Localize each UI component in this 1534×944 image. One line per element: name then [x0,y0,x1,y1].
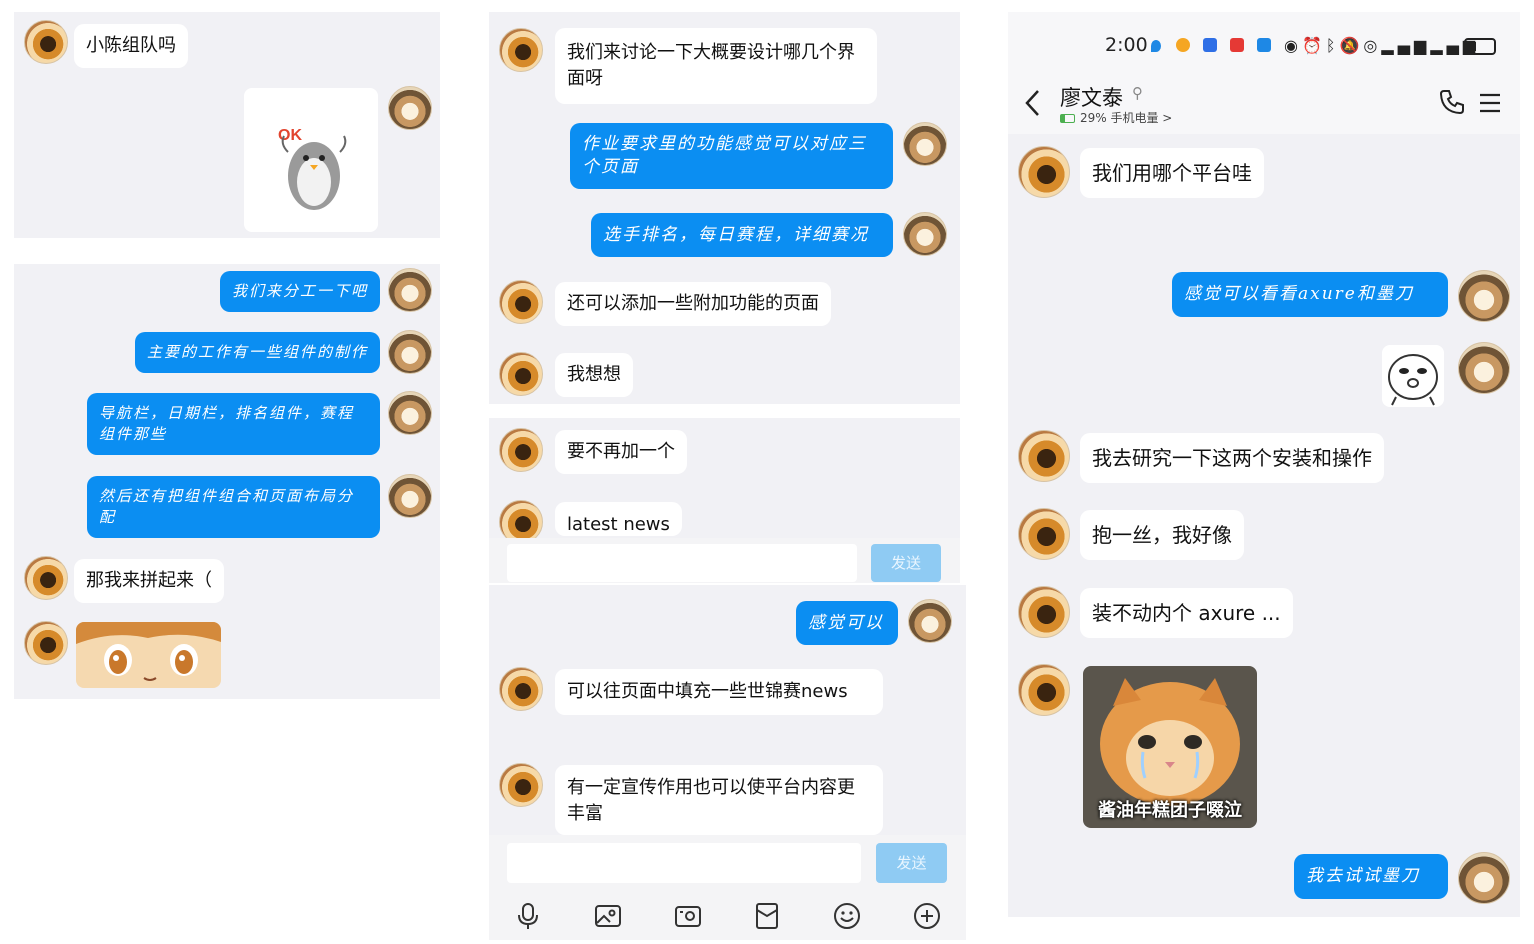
my-avatar[interactable] [388,474,432,518]
anime-face-icon [76,622,221,681]
menu-icon[interactable] [1478,92,1502,114]
chat-panel-2: 我们来讨论一下大概要设计哪几个界面呀 作业要求里的功能感觉可以对应三个页面 选手… [489,12,960,404]
contact-avatar[interactable] [499,763,543,807]
contact-avatar[interactable] [499,352,543,396]
ok-penguin-sticker: OK [244,88,378,232]
message-bubble-out: 然后还有把组件组合和页面布局分配 [87,476,380,538]
microphone-icon[interactable] [513,901,543,931]
chat-panel-4: 2:00 ◉⏰ᛒ🔕◎▂▄▆▂▄▆ 廖文泰 ⚲ 29% 手机电量 > 我们用哪个平… [1008,12,1520,917]
contact-avatar[interactable] [24,621,68,665]
chat-panel-1-bottom: 我们来分工一下吧 主要的工作有一些组件的制作 导航栏，日期栏，排名组件，赛程组件… [14,264,440,699]
chat-panel-3: 感觉可以 可以往页面中填充一些世锦赛news 有一定宣传作用也可以使平台内容更丰… [489,585,966,940]
message-input[interactable] [507,843,861,883]
contact-avatar[interactable] [1018,586,1070,638]
contact-avatar[interactable] [1018,146,1070,198]
my-avatar[interactable] [903,212,947,256]
my-avatar[interactable] [908,599,952,643]
bluetooth-icon: ᛒ [1325,36,1340,55]
message-bubble-in: latest news [555,502,682,536]
message-bubble-out: 主要的工作有一些组件的制作 [134,332,380,373]
contact-avatar[interactable] [499,280,543,324]
send-button[interactable]: 发送 [871,544,941,582]
status-time: 2:00 [1105,34,1148,56]
eye-icon: ◉ [1284,36,1302,55]
my-avatar[interactable] [388,86,432,130]
message-bubble-out: 我去试试墨刀 [1294,854,1448,899]
my-avatar[interactable] [1458,270,1510,322]
image-icon[interactable] [593,901,623,931]
chat-panel-2-continued: 要不再加一个 latest news 发送 [489,418,960,583]
app-red-icon [1230,38,1245,52]
face-sticker [1382,345,1444,407]
battery-icon [1464,38,1496,55]
message-bubble-out: 导航栏，日期栏，排名组件，赛程组件那些 [87,393,380,455]
contact-avatar[interactable] [499,28,543,72]
location-pin-icon: ⚲ [1132,84,1143,102]
battery-small-icon [1060,114,1075,123]
blank-face-icon [1388,354,1438,406]
anime-girl-sticker [76,622,221,688]
my-avatar[interactable] [388,391,432,435]
message-bubble-in: 还可以添加一些附加功能的页面 [555,282,831,326]
message-bubble-out: 感觉可以看看axure和墨刀 [1172,272,1448,317]
send-button[interactable]: 发送 [876,843,947,883]
message-bubble-in: 我想想 [555,353,633,397]
app-notification-icons [1151,37,1272,56]
contact-avatar[interactable] [24,20,68,64]
alarm-icon: ⏰ [1301,36,1326,55]
sticker-caption: 酱油年糕团子啜泣 [1098,800,1242,821]
app-blue-icon [1203,38,1218,52]
message-bubble-in: 那我来拼起来（ [74,559,224,603]
mute-icon: 🔕 [1339,36,1364,55]
message-bubble-in: 要不再加一个 [555,430,687,474]
message-bubble-in: 装不动内个 axure ... [1080,588,1293,638]
chat-panel-1-top: 小陈组队吗 OK [14,12,440,238]
red-packet-icon[interactable] [752,901,782,931]
message-bubble-in: 我去研究一下这两个安装和操作 [1080,433,1384,483]
input-bar: 发送 [489,538,960,583]
contact-avatar[interactable] [499,428,543,472]
input-bar: 发送 [489,835,966,940]
notification-dot-icon [1151,40,1161,52]
message-bubble-out: 选手排名，每日赛程，详细赛况 [591,213,893,257]
my-avatar[interactable] [388,330,432,374]
header: 2:00 ◉⏰ᛒ🔕◎▂▄▆▂▄▆ 廖文泰 ⚲ 29% 手机电量 > [1008,12,1520,134]
my-avatar[interactable] [903,122,947,166]
battery-info-text: 29% 手机电量 > [1080,111,1173,125]
crying-cat-sticker: 酱油年糕团子啜泣 [1083,666,1257,828]
battery-info[interactable]: 29% 手机电量 > [1060,109,1172,126]
contact-avatar[interactable] [1018,664,1070,716]
message-bubble-in: 有一定宣传作用也可以使平台内容更丰富 [555,765,883,835]
my-avatar[interactable] [1458,852,1510,904]
message-bubble-in: 我们来讨论一下大概要设计哪几个界面呀 [555,28,877,104]
emoji-icon[interactable] [832,901,862,931]
phone-call-icon[interactable] [1438,88,1466,116]
back-icon[interactable] [1022,88,1042,118]
contact-avatar[interactable] [1018,430,1070,482]
penguin-icon: OK [278,127,347,210]
message-bubble-in: 抱一丝，我好像 [1080,510,1244,560]
contact-avatar[interactable] [1018,508,1070,560]
hotspot-icon: ◎ [1363,36,1382,55]
my-avatar[interactable] [1458,342,1510,394]
system-status-icons: ◉⏰ᛒ🔕◎▂▄▆▂▄▆ [1284,36,1479,55]
weibo-icon [1176,38,1191,52]
message-bubble-out: 作业要求里的功能感觉可以对应三个页面 [570,123,893,189]
contact-avatar[interactable] [499,667,543,711]
message-bubble-in: 小陈组队吗 [74,24,188,68]
contact-avatar[interactable] [24,556,68,600]
contact-name: 廖文泰 [1060,86,1123,110]
message-bubble-out: 感觉可以 [796,601,898,645]
message-bubble-in: 可以往页面中填充一些世锦赛news [555,669,883,715]
signal-5g-icon: ▂▄▆ [1381,36,1431,55]
message-input[interactable] [507,544,857,582]
my-avatar[interactable] [388,268,432,312]
message-bubble-out: 我们来分工一下吧 [219,271,380,312]
cloud-icon [1257,38,1272,52]
camera-icon[interactable] [673,901,703,931]
message-bubble-in: 我们用哪个平台哇 [1080,148,1264,198]
plus-icon[interactable] [912,901,942,931]
